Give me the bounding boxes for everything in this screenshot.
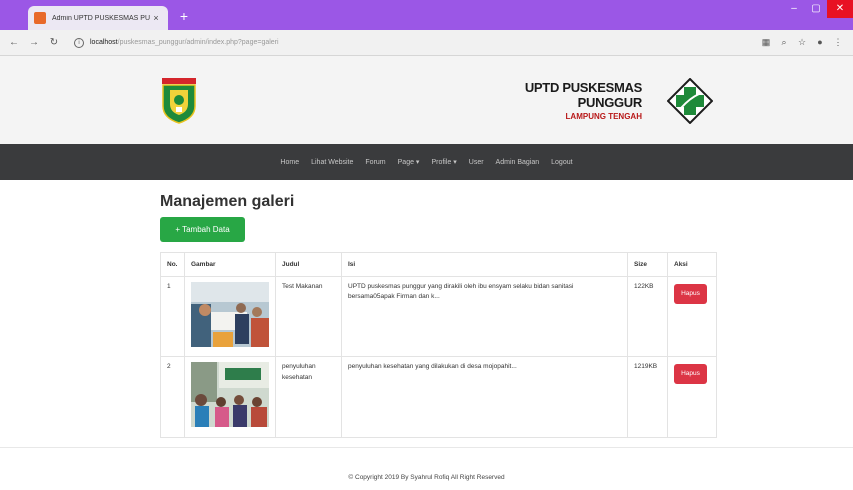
gallery-thumbnail[interactable] [191,362,269,428]
add-data-button[interactable]: + Tambah Data [160,217,245,242]
profile-icon[interactable]: ● [811,37,829,48]
back-icon[interactable]: ← [6,37,22,48]
favicon-icon [34,12,46,24]
brand-title: UPTD PUSKESMAS PUNGGUR [524,80,642,110]
zoom-icon[interactable]: ⌕ [775,37,793,48]
nav-home[interactable]: Home [280,159,299,166]
nav-profile-dropdown[interactable]: Profile ▾ [431,158,456,166]
footer-divider [0,447,853,448]
forward-icon[interactable]: → [26,37,42,48]
nav-logout[interactable]: Logout [551,159,572,166]
nav-lihat-website[interactable]: Lihat Website [311,159,353,166]
cell-aksi: Hapus [667,275,717,358]
window-controls: – ▢ ✕ [783,0,853,20]
cell-no: 1 [160,275,185,358]
column-header-gambar: Gambar [184,252,276,277]
maximize-icon[interactable]: ▢ [805,0,827,18]
browser-titlebar: Admin UPTD PUSKESMAS PUNG × + – ▢ ✕ [0,0,853,30]
cell-isi: penyuluhan kesehatan yang dilakukan di d… [341,356,628,438]
column-header-size: Size [627,252,668,277]
cell-gambar [184,275,276,358]
tab-close-icon[interactable]: × [150,13,162,23]
column-header-no: No. [160,252,185,277]
table-header-row: No. Gambar Judul Isi Size Aksi [160,252,717,277]
cell-isi: UPTD puskesmas punggur yang dirakili ole… [341,275,628,358]
table-row: 2 penyuluhan kesehatan penyuluhan keseha… [160,356,717,438]
address-bar[interactable]: i localhost /puskesmas_punggur/admin/ind… [74,34,749,52]
tab-title: Admin UPTD PUSKESMAS PUNG [52,14,150,22]
column-header-isi: Isi [341,252,628,277]
column-header-aksi: Aksi [667,252,717,277]
nav-page-dropdown[interactable]: Page ▾ [398,158,420,166]
cell-size: 122KB [627,275,668,358]
window-close-icon[interactable]: ✕ [827,0,853,18]
minimize-icon[interactable]: – [783,0,805,18]
browser-tab[interactable]: Admin UPTD PUSKESMAS PUNG × [28,6,168,30]
nav-user[interactable]: User [469,159,484,166]
table-row: 1 Test Makanan UPTD puskesmas punggur ya… [160,275,717,358]
toolbar-icons: ▦ ⌕ ☆ ● ⋮ [757,37,847,48]
translate-icon[interactable]: ▦ [757,37,775,48]
cell-size: 1219KB [627,356,668,438]
delete-button[interactable]: Hapus [674,364,707,385]
browser-toolbar: ← → ↻ i localhost /puskesmas_punggur/adm… [0,30,853,56]
site-header: UPTD PUSKESMAS PUNGGUR LAMPUNG TENGAH [0,56,853,144]
nav-forum[interactable]: Forum [365,159,385,166]
nav-admin-bagian[interactable]: Admin Bagian [496,159,540,166]
url-path: /puskesmas_punggur/admin/index.php?page=… [117,39,279,46]
cell-judul: penyuluhan kesehatan [275,356,342,438]
puskesmas-cross-logo-icon [667,78,713,124]
cell-no: 2 [160,356,185,438]
main-navbar: Home Lihat Website Forum Page ▾ Profile … [0,144,853,180]
delete-button[interactable]: Hapus [674,284,707,304]
info-icon[interactable]: i [74,37,84,48]
page-title: Manajemen galeri [160,193,295,210]
footer-copyright: © Copyright 2019 By Syahrul Rofiq All Ri… [348,474,505,481]
cell-judul: Test Makanan [275,275,342,358]
cell-gambar [184,356,276,438]
bookmark-star-icon[interactable]: ☆ [793,37,811,48]
gallery-table: No. Gambar Judul Isi Size Aksi 1 Test Ma… [160,252,717,438]
reload-icon[interactable]: ↻ [46,37,62,48]
gallery-thumbnail[interactable] [191,282,269,347]
menu-dots-icon[interactable]: ⋮ [829,37,847,48]
cell-aksi: Hapus [667,356,717,438]
site-brand: UPTD PUSKESMAS PUNGGUR LAMPUNG TENGAH [482,80,642,121]
lampung-tengah-emblem-icon [162,78,196,124]
new-tab-icon[interactable]: + [176,8,192,24]
column-header-judul: Judul [275,252,342,277]
brand-subtitle: LAMPUNG TENGAH [565,112,642,121]
url-host: localhost [90,39,118,46]
